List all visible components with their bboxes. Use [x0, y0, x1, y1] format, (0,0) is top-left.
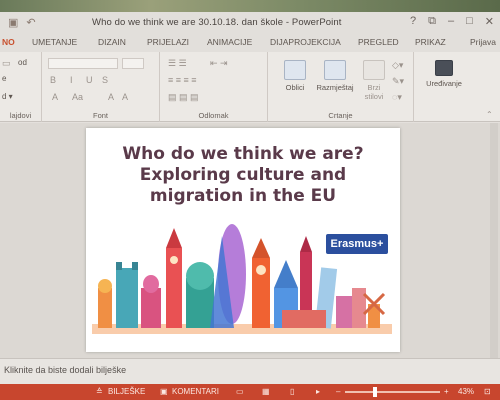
maximize-button[interactable]: □: [466, 15, 473, 28]
save-icon[interactable]: ▣: [8, 16, 18, 29]
shape-outline-icon[interactable]: ✎▾: [392, 76, 404, 87]
zoom-in-button[interactable]: +: [444, 387, 449, 396]
tab-slideshow[interactable]: DIJAPROJEKCIJA: [270, 37, 341, 47]
shape-fill-icon[interactable]: ◇▾: [392, 60, 403, 71]
reading-view-icon[interactable]: ▯: [290, 387, 294, 396]
ribbon-group-label-drawing: Crtanje: [328, 111, 353, 120]
shapes-icon: [284, 60, 306, 80]
minimize-button[interactable]: –: [448, 15, 454, 28]
zoom-slider-thumb[interactable]: [373, 387, 377, 397]
layout-button[interactable]: od: [18, 58, 27, 67]
notes-toggle-icon[interactable]: ≙: [96, 387, 103, 396]
new-slide-icon[interactable]: ▭: [2, 58, 11, 69]
ribbon-group-label-slides: lajdovi: [9, 111, 32, 120]
quick-access-toolbar: ▣ ↶: [8, 16, 36, 29]
comments-button[interactable]: KOMENTARI: [172, 387, 219, 396]
italic-button[interactable]: I: [70, 75, 73, 85]
undo-icon[interactable]: ↶: [26, 16, 35, 29]
title-bar: ▣ ↶ Who do we think we are 30.10.18. dan…: [0, 12, 500, 34]
ribbon-group-drawing: Oblici Razmještaj Brzi stilovi ◇▾ ✎▾ ◌▾ …: [268, 52, 414, 122]
zoom-level[interactable]: 43%: [458, 387, 474, 396]
font-size-combobox[interactable]: [122, 58, 144, 69]
ribbon-group-paragraph: ☰ ☰ ⇤ ⇥ ≡ ≡ ≡ ≡ ▤ ▤ ▤ Odlomak: [160, 52, 268, 122]
slideshow-icon[interactable]: ▸: [316, 387, 320, 396]
align-icon[interactable]: ≡ ≡ ≡ ≡: [168, 75, 197, 85]
ribbon-group-font: B I U S A Aa A A Font: [42, 52, 160, 122]
shadow-button[interactable]: S: [102, 75, 108, 85]
bullets-icon[interactable]: ☰ ☰: [168, 58, 187, 69]
indent-icon[interactable]: ⇤ ⇥: [210, 58, 228, 69]
slide-sorter-icon[interactable]: ▦: [262, 387, 270, 396]
font-name-combobox[interactable]: [48, 58, 118, 69]
shrink-font-button[interactable]: A: [122, 92, 128, 102]
arrange-icon: [324, 60, 346, 80]
comments-icon[interactable]: ▣: [160, 387, 168, 396]
tab-insert[interactable]: UMETANJE: [32, 37, 77, 47]
arrange-button[interactable]: Razmještaj: [312, 60, 358, 92]
collapse-ribbon-icon[interactable]: ⌃: [486, 110, 493, 119]
font-color-button[interactable]: A: [52, 92, 58, 102]
window-title: Who do we think we are 30.10.18. dan ško…: [92, 17, 342, 28]
ribbon-display-button[interactable]: ⧉: [428, 15, 436, 28]
tab-transitions[interactable]: PRIJELAZI: [147, 37, 189, 47]
quick-styles-button[interactable]: Brzi stilovi: [360, 60, 388, 101]
fit-slide-icon[interactable]: ⊡: [484, 387, 491, 396]
zoom-out-button[interactable]: –: [336, 387, 340, 396]
zoom-slider[interactable]: [345, 391, 440, 393]
grow-font-button[interactable]: A: [108, 92, 114, 102]
sign-in-link[interactable]: Prijava: [470, 37, 496, 47]
change-case-button[interactable]: Aa: [72, 92, 83, 102]
section-button[interactable]: d ▾: [2, 92, 13, 101]
notes-pane[interactable]: Kliknite da biste dodali bilješke: [0, 358, 500, 384]
columns-icon[interactable]: ▤ ▤ ▤: [168, 92, 199, 103]
tab-design[interactable]: DIZAIN: [98, 37, 126, 47]
powerpoint-window: ▣ ↶ Who do we think we are 30.10.18. dan…: [0, 0, 500, 400]
window-controls: ? ⧉ – □ ✕: [410, 15, 494, 28]
ribbon-tabs: NO UMETANJE DIZAIN PRIJELAZI ANIMACIJE D…: [0, 34, 500, 52]
ribbon-group-slides: ▭ od e d ▾ lajdovi: [0, 52, 42, 122]
editing-button[interactable]: Uređivanje: [420, 60, 468, 88]
tab-review[interactable]: PREGLED: [358, 37, 399, 47]
reset-button[interactable]: e: [2, 74, 6, 83]
shapes-button[interactable]: Oblici: [278, 60, 312, 92]
ribbon-group-editing: Uređivanje: [414, 52, 474, 122]
binoculars-icon: [435, 60, 453, 76]
desktop-strip: [0, 0, 500, 12]
ribbon: ▭ od e d ▾ lajdovi B I U S A Aa A A Font…: [0, 52, 500, 122]
normal-view-icon[interactable]: ▭: [236, 387, 244, 396]
ribbon-group-label-paragraph: Odlomak: [198, 111, 229, 120]
notes-placeholder[interactable]: Kliknite da biste dodali bilješke: [4, 365, 126, 375]
status-bar: ≙ BILJEŠKE ▣ KOMENTARI ▭ ▦ ▯ ▸ – + 43% ⊡: [0, 384, 500, 400]
close-button[interactable]: ✕: [485, 15, 494, 28]
ribbon-group-label-font: Font: [92, 111, 108, 120]
european-landmarks-illustration: [92, 224, 392, 334]
bold-button[interactable]: B: [50, 75, 56, 85]
help-button[interactable]: ?: [410, 15, 416, 28]
slide-canvas[interactable]: Who do we think we are? Exploring cultur…: [86, 128, 400, 352]
shape-effects-icon[interactable]: ◌▾: [392, 92, 402, 103]
quick-styles-icon: [363, 60, 385, 80]
underline-button[interactable]: U: [86, 75, 93, 85]
vertical-scrollbar[interactable]: [490, 123, 498, 358]
tab-animations[interactable]: ANIMACIJE: [207, 37, 252, 47]
tab-home[interactable]: NO: [2, 37, 15, 47]
tab-view[interactable]: PRIKAZ: [415, 37, 446, 47]
notes-toggle-button[interactable]: BILJEŠKE: [108, 387, 145, 396]
